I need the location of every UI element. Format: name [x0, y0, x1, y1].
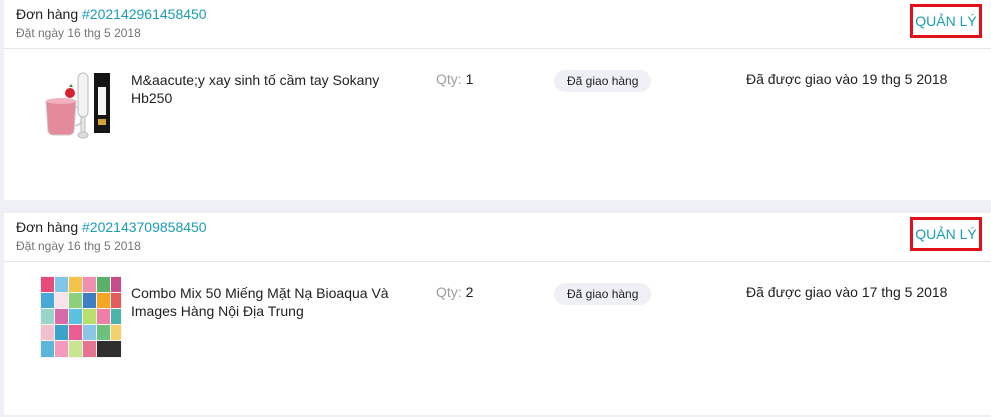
- manage-button[interactable]: QUẢN LÝ: [910, 217, 982, 251]
- order-title: Đơn hàng #202142961458450: [16, 6, 207, 22]
- order-number-link[interactable]: #202142961458450: [82, 6, 207, 22]
- quantity: Qty: 2: [436, 284, 473, 300]
- order-date: Đặt ngày 16 thg 5 2018: [16, 26, 141, 40]
- quantity-label: Qty:: [436, 71, 462, 87]
- quantity: Qty: 1: [436, 71, 473, 87]
- order-header: Đơn hàng #202143709858450 Đặt ngày 16 th…: [4, 213, 991, 262]
- order-title-prefix: Đơn hàng: [16, 6, 79, 22]
- order-card: Đơn hàng #202143709858450 Đặt ngày 16 th…: [4, 213, 991, 415]
- blender-product-image[interactable]: [40, 63, 122, 145]
- order-title: Đơn hàng #202143709858450: [16, 219, 207, 235]
- delivery-date: Đã được giao vào 17 thg 5 2018: [746, 284, 948, 300]
- face-mask-product-image[interactable]: [40, 276, 122, 358]
- order-number-link[interactable]: #202143709858450: [82, 219, 207, 235]
- manage-button[interactable]: QUẢN LÝ: [910, 4, 982, 38]
- order-title-prefix: Đơn hàng: [16, 219, 79, 235]
- product-name[interactable]: M&aacute;y xay sinh tố cầm tay Sokany Hb…: [131, 71, 396, 107]
- order-date: Đặt ngày 16 thg 5 2018: [16, 239, 141, 253]
- quantity-value: 1: [465, 71, 474, 87]
- order-card: Đơn hàng #202142961458450 Đặt ngày 16 th…: [4, 0, 991, 200]
- order-header: Đơn hàng #202142961458450 Đặt ngày 16 th…: [4, 0, 991, 49]
- quantity-value: 2: [465, 284, 474, 300]
- delivery-date: Đã được giao vào 19 thg 5 2018: [746, 71, 948, 87]
- status-badge: Đã giao hàng: [554, 70, 652, 92]
- status-badge: Đã giao hàng: [554, 283, 652, 305]
- quantity-label: Qty:: [436, 284, 462, 300]
- product-name[interactable]: Combo Mix 50 Miếng Mặt Nạ Bioaqua Và Ima…: [131, 284, 396, 320]
